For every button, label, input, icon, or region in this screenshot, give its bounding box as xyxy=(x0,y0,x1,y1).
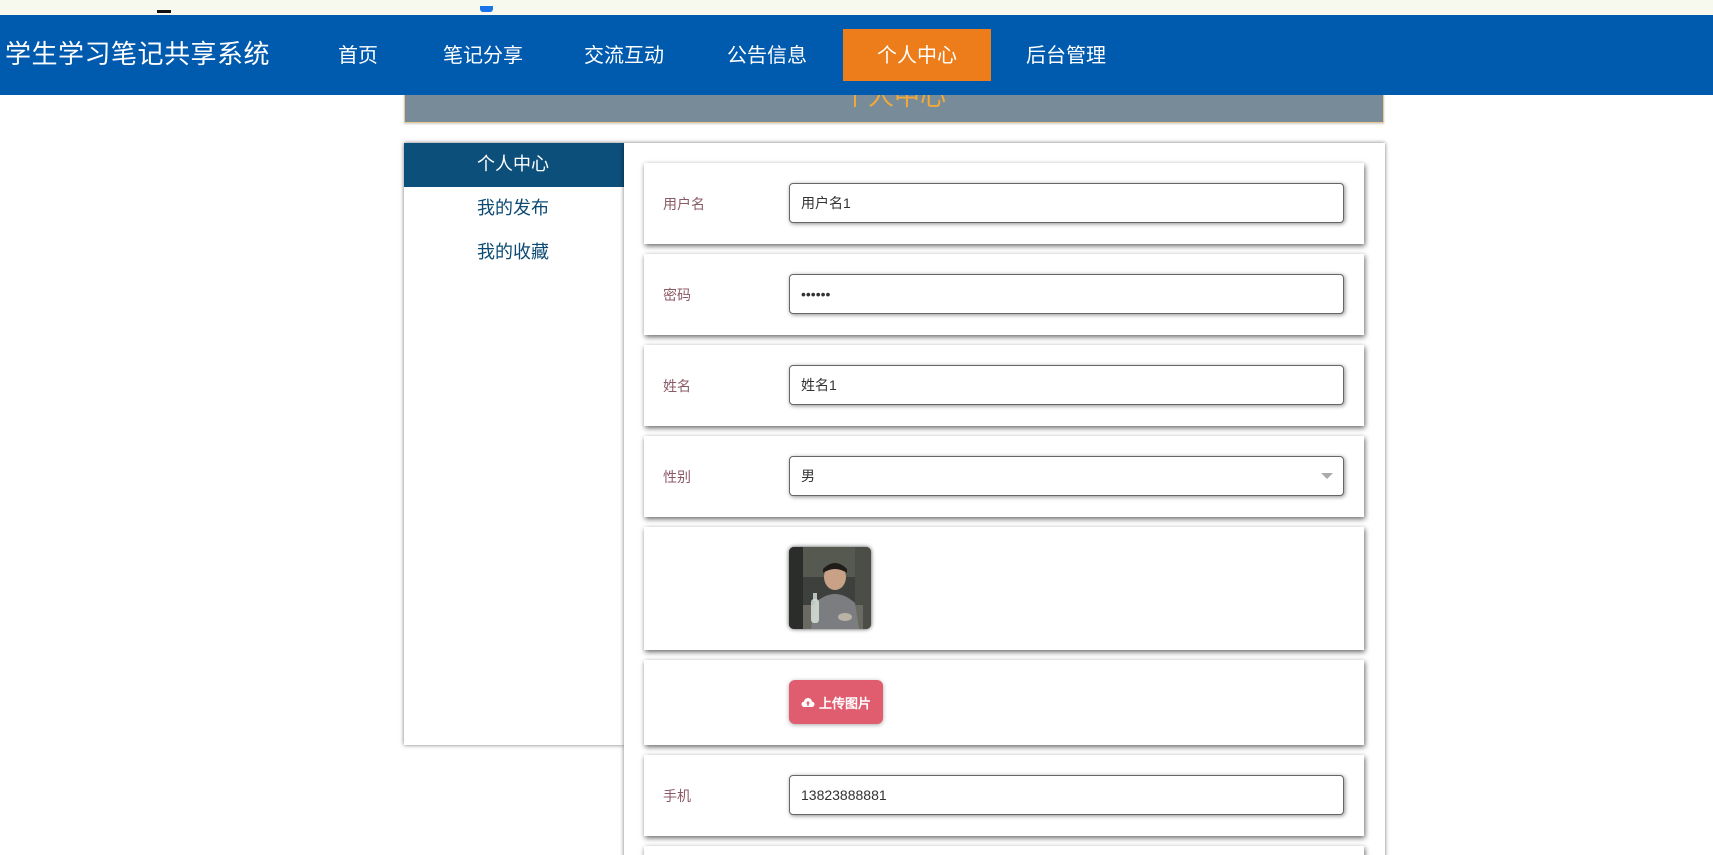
password-label: 密码 xyxy=(663,288,691,304)
profile-form-panel: 用户名 密码 •••••• 姓名 性别 男 xyxy=(624,143,1385,855)
upload-image-button[interactable]: 上传图片 xyxy=(789,680,883,724)
password-input[interactable]: •••••• xyxy=(789,274,1344,314)
form-row-gender: 性别 男 xyxy=(644,436,1364,517)
avatar-preview xyxy=(789,547,871,629)
nav-item-personal-center[interactable]: 个人中心 xyxy=(843,29,991,81)
gender-select[interactable]: 男 xyxy=(789,456,1344,496)
sidebar-item-my-favorites[interactable]: 我的收藏 xyxy=(404,231,624,275)
nav-item-notes-share[interactable]: 笔记分享 xyxy=(436,29,530,81)
sidebar: 个人中心 我的发布 我的收藏 xyxy=(404,143,624,745)
gender-selected-value: 男 xyxy=(801,468,815,484)
upload-image-label: 上传图片 xyxy=(818,696,871,712)
form-row-upload: 上传图片 xyxy=(644,660,1364,745)
top-navbar: 学生学习笔记共享系统 首页 笔记分享 交流互动 公告信息 个人中心 后台管理 xyxy=(0,15,1713,95)
form-row-password: 密码 •••••• xyxy=(644,254,1364,335)
chevron-down-icon xyxy=(1321,473,1333,479)
sidebar-item-my-posts[interactable]: 我的发布 xyxy=(404,187,624,231)
form-row-username: 用户名 xyxy=(644,163,1364,244)
form-row-name: 姓名 xyxy=(644,345,1364,426)
browser-top-strip xyxy=(0,0,1713,15)
nav-item-announcements[interactable]: 公告信息 xyxy=(720,29,814,81)
sidebar-item-personal-center[interactable]: 个人中心 xyxy=(404,143,624,187)
name-input[interactable] xyxy=(789,365,1344,405)
nav-item-home[interactable]: 首页 xyxy=(328,29,388,81)
gender-label: 性别 xyxy=(663,470,691,486)
nav-item-interaction[interactable]: 交流互动 xyxy=(577,29,671,81)
avatar-image-icon xyxy=(789,547,871,629)
phone-label: 手机 xyxy=(663,789,691,805)
site-brand[interactable]: 学生学习笔记共享系统 xyxy=(5,15,270,95)
username-label: 用户名 xyxy=(663,197,705,213)
phone-input[interactable] xyxy=(789,775,1344,815)
username-input[interactable] xyxy=(789,183,1344,223)
form-row-phone: 手机 xyxy=(644,755,1364,836)
cursor-mark xyxy=(157,10,171,13)
nav-item-admin[interactable]: 后台管理 xyxy=(1018,29,1114,81)
tab-indicator xyxy=(480,6,493,12)
form-row-avatar xyxy=(644,527,1364,650)
form-row-next xyxy=(644,846,1364,855)
cloud-upload-icon xyxy=(801,697,815,707)
name-label: 姓名 xyxy=(663,379,691,395)
